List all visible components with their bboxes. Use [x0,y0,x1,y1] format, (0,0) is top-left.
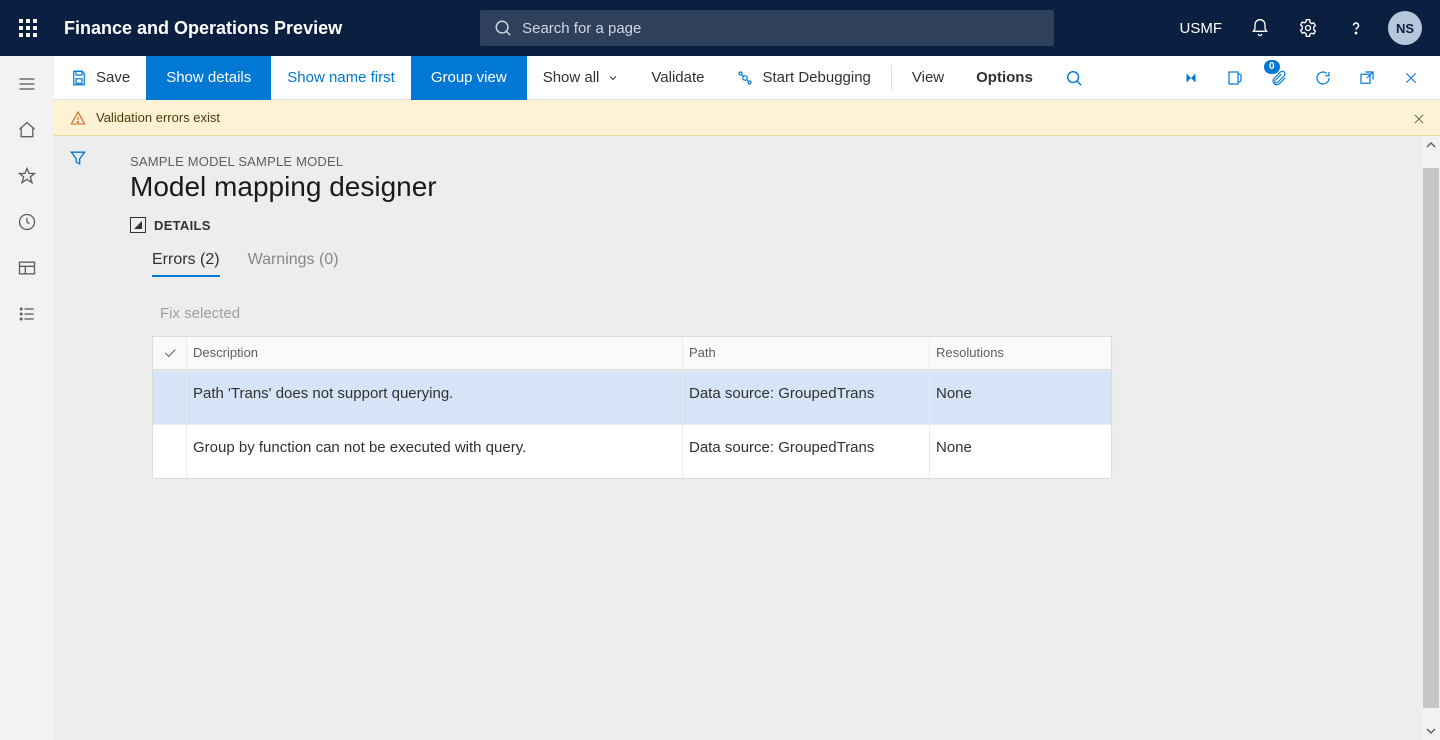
table-row[interactable]: Path 'Trans' does not support querying. … [153,370,1111,424]
cell-description: Group by function can not be executed wi… [187,425,683,478]
attachments-button[interactable]: 0 [1258,56,1300,100]
row-selector[interactable] [153,425,187,478]
row-selector[interactable] [153,371,187,424]
cell-resolutions: None [930,425,1113,478]
show-all-dropdown[interactable]: Show all [527,56,636,100]
nav-hamburger[interactable] [0,64,54,104]
app-launcher[interactable] [8,0,48,56]
message-bar: Validation errors exist [54,100,1440,136]
col-path[interactable]: Path [683,337,930,369]
open-office-button[interactable] [1214,56,1256,100]
nav-favorites[interactable] [0,156,54,196]
errors-grid: Description Path Resolutions Path 'Trans… [152,336,1112,479]
table-row[interactable]: Group by function can not be executed wi… [153,424,1111,478]
nav-modules[interactable] [0,294,54,334]
cell-path: Data source: GroupedTrans [683,425,930,478]
tab-warnings[interactable]: Warnings (0) [248,251,339,277]
page-title: Model mapping designer [130,171,1420,203]
grid-header: Description Path Resolutions [153,337,1111,370]
personalize-button[interactable] [1170,56,1212,100]
help-button[interactable] [1334,0,1378,56]
tab-errors[interactable]: Errors (2) [152,251,220,277]
breadcrumb: SAMPLE MODEL SAMPLE MODEL [130,154,1420,169]
notifications-button[interactable] [1238,0,1282,56]
action-bar: Save Show details Show name first Group … [54,56,1440,100]
filter-rail [54,136,102,740]
validate-button[interactable]: Validate [635,56,720,100]
warning-icon [70,110,86,126]
separator [891,65,892,91]
popout-button[interactable] [1346,56,1388,100]
section-label: DETAILS [154,218,211,233]
col-resolutions[interactable]: Resolutions [930,337,1113,369]
save-icon [70,69,88,87]
debug-icon [736,69,754,87]
show-details-button[interactable]: Show details [146,56,271,100]
find-button[interactable] [1049,56,1099,100]
view-menu[interactable]: View [896,56,960,100]
avatar[interactable]: NS [1388,11,1422,45]
left-rail [0,56,54,740]
page: SAMPLE MODEL SAMPLE MODEL Model mapping … [102,136,1440,740]
collapse-icon [130,217,146,233]
settings-button[interactable] [1286,0,1330,56]
fix-selected-button[interactable]: Fix selected [160,305,1420,322]
filter-icon[interactable] [68,148,88,740]
cell-path: Data source: GroupedTrans [683,371,930,424]
attachments-badge: 0 [1264,60,1280,74]
group-view-button[interactable]: Group view [411,56,527,100]
company-label[interactable]: USMF [1168,20,1235,37]
nav-home[interactable] [0,110,54,150]
scroll-thumb[interactable] [1423,168,1439,708]
col-description[interactable]: Description [187,337,683,369]
close-button[interactable] [1390,56,1432,100]
search-icon [494,19,512,37]
cell-description: Path 'Trans' does not support querying. [187,371,683,424]
cell-resolutions: None [930,371,1113,424]
save-label: Save [96,69,130,86]
message-text: Validation errors exist [96,110,220,125]
start-debugging-button[interactable]: Start Debugging [720,56,886,100]
details-section-header[interactable]: DETAILS [130,217,1420,233]
app-title: Finance and Operations Preview [56,18,342,39]
nav-workspaces[interactable] [0,248,54,288]
global-header: Finance and Operations Preview USMF NS [0,0,1440,56]
show-name-first-button[interactable]: Show name first [271,56,411,100]
search-input[interactable] [522,20,1040,37]
options-menu[interactable]: Options [960,56,1049,100]
message-close[interactable] [1408,108,1430,130]
search-box[interactable] [480,10,1054,46]
select-all-header[interactable] [153,337,187,369]
start-debugging-label: Start Debugging [762,69,870,86]
refresh-button[interactable] [1302,56,1344,100]
scrollbar[interactable] [1422,136,1440,740]
scroll-down-icon[interactable] [1426,722,1436,740]
show-all-label: Show all [543,69,600,86]
scroll-up-icon[interactable] [1426,136,1436,154]
save-button[interactable]: Save [54,56,146,100]
nav-recent[interactable] [0,202,54,242]
chevron-down-icon [607,72,619,84]
